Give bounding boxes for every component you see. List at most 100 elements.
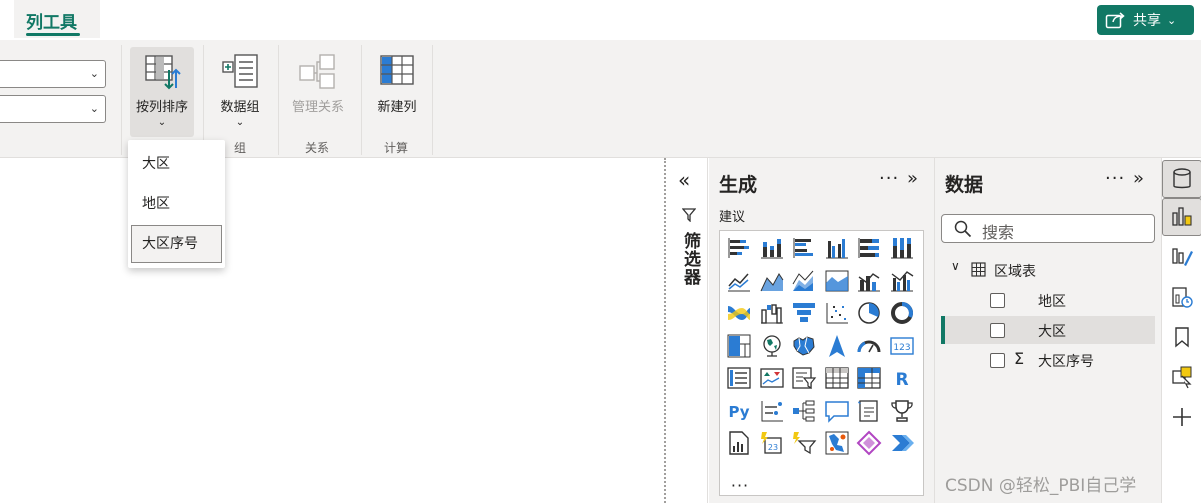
new-column-button[interactable]: 新建列 <box>370 47 424 137</box>
power-automate-icon-glyph <box>891 435 914 451</box>
matrix-icon[interactable] <box>855 364 883 392</box>
line-chart-icon[interactable] <box>725 267 753 295</box>
stacked-area-chart-icon[interactable] <box>790 267 818 295</box>
ribbon-chart-glyph <box>728 306 750 320</box>
add-pane-button[interactable] <box>1162 398 1201 436</box>
treemap-icon[interactable] <box>725 332 753 360</box>
menu-item-region-order[interactable]: 大区序号 <box>131 225 222 263</box>
power-automate-icon[interactable] <box>790 429 818 457</box>
data-groups-button[interactable]: 数据组 ⌄ <box>212 47 268 137</box>
ribbon-separator <box>361 45 362 155</box>
decomposition-tree-icon[interactable] <box>790 397 818 425</box>
power-apps-icon-icon[interactable] <box>855 429 883 457</box>
format-visual-button[interactable] <box>1162 238 1201 276</box>
r-visual-icon[interactable]: R <box>888 364 916 392</box>
filled-map-glyph <box>793 335 815 356</box>
100-stacked-column-chart-icon[interactable] <box>888 234 916 262</box>
more-options-icon[interactable]: ··· <box>1105 168 1125 189</box>
expand-double-chevron-icon[interactable]: « <box>678 168 690 192</box>
table-icon[interactable] <box>823 364 851 392</box>
report-canvas[interactable] <box>0 158 666 503</box>
field-checkbox[interactable] <box>990 323 1005 338</box>
multi-row-card-glyph <box>727 367 751 389</box>
line-and-clustered-column-chart-glyph <box>890 270 913 291</box>
line-and-clustered-column-chart-icon[interactable] <box>888 267 916 295</box>
menu-item-district[interactable]: 地区 <box>131 185 222 223</box>
arcgis-map-icon[interactable] <box>823 429 851 457</box>
line-and-stacked-column-chart-icon[interactable] <box>855 267 883 295</box>
100-stacked-bar-chart-icon[interactable] <box>855 234 883 262</box>
stacked-column-chart-glyph <box>760 239 783 259</box>
slicer-icon[interactable] <box>790 364 818 392</box>
field-name: 地区 <box>1038 294 1066 310</box>
stacked-bar-chart-icon[interactable] <box>725 234 753 262</box>
donut-chart-icon[interactable] <box>888 299 916 327</box>
key-influencers-glyph <box>761 400 783 421</box>
sort-by-column-button[interactable]: 按列排序 ⌄ <box>130 47 194 137</box>
card-icon[interactable]: 123 <box>888 332 916 360</box>
bookmarks-button[interactable] <box>1162 318 1201 356</box>
waterfall-chart-icon[interactable] <box>758 299 786 327</box>
more-visuals-icon[interactable]: ··· <box>726 471 754 499</box>
selection-button[interactable] <box>1162 358 1201 396</box>
funnel-chart-icon[interactable] <box>790 299 818 327</box>
analytics-button[interactable] <box>1162 278 1201 316</box>
power-automate-icon-icon[interactable] <box>888 429 916 457</box>
python-visual-icon[interactable]: Py <box>725 397 753 425</box>
kpi-icon[interactable] <box>758 364 786 392</box>
table-node[interactable]: ∨ 区域表 <box>941 256 1155 284</box>
search-icon <box>954 220 972 238</box>
column-property-dropdown-2[interactable]: ⌄ <box>0 95 106 123</box>
filters-pane-label: 筛选器 <box>680 232 700 286</box>
filters-pane-collapsed[interactable]: « 筛选器 <box>668 158 708 503</box>
qa-glyph <box>824 400 849 423</box>
clustered-bar-chart-icon[interactable] <box>790 234 818 262</box>
search-input[interactable]: 搜索 <box>941 214 1155 243</box>
key-influencers-icon[interactable] <box>758 397 786 425</box>
ribbon-separator <box>278 45 279 155</box>
card-glyph: 123 <box>889 336 914 355</box>
sort-by-column-menu: 大区 地区 大区序号 <box>128 140 225 268</box>
stacked-column-chart-icon[interactable] <box>758 234 786 262</box>
svg-text:123: 123 <box>893 343 910 353</box>
manage-relationships-button[interactable]: 管理关系 <box>285 47 351 137</box>
build-pane-title: 生成 <box>719 174 758 196</box>
pie-chart-icon[interactable] <box>855 299 883 327</box>
filled-map-icon[interactable] <box>790 332 818 360</box>
add-icon <box>1173 408 1191 426</box>
clustered-bar-chart-glyph <box>793 238 813 258</box>
paginated-report-icon[interactable] <box>725 429 753 457</box>
map-glyph <box>762 334 781 357</box>
field-row-selected[interactable]: 大区 <box>941 316 1155 344</box>
collapse-pane-icon[interactable]: » <box>1133 168 1144 189</box>
smart-narrative-icon[interactable] <box>855 397 883 425</box>
sort-by-column-icon <box>145 55 181 90</box>
column-property-dropdown-1[interactable]: ⌄ <box>0 60 106 88</box>
gauge-icon[interactable] <box>855 332 883 360</box>
build-visual-button[interactable] <box>1162 198 1201 236</box>
scatter-chart-icon[interactable] <box>823 299 851 327</box>
field-checkbox[interactable] <box>990 293 1005 308</box>
map-icon[interactable] <box>758 332 786 360</box>
menu-item-region[interactable]: 大区 <box>131 145 222 183</box>
ribbon-tab-bar <box>0 0 1201 40</box>
more-options-icon[interactable]: ··· <box>879 168 899 189</box>
clustered-column-chart-icon[interactable] <box>823 234 851 262</box>
power-apps-icon[interactable]: 23 <box>758 429 786 457</box>
collapse-pane-icon[interactable]: » <box>907 168 918 189</box>
field-checkbox[interactable] <box>990 353 1005 368</box>
azure-map-icon[interactable] <box>823 332 851 360</box>
field-row[interactable]: 地区 <box>941 286 1155 314</box>
multi-row-card-icon[interactable] <box>725 364 753 392</box>
ribbon-chart-icon[interactable] <box>725 299 753 327</box>
metrics-icon[interactable] <box>888 397 916 425</box>
100-stacked-area-chart-icon[interactable] <box>823 267 851 295</box>
ribbon-group-label-calculations: 计算 <box>384 141 409 155</box>
manage-relationships-icon <box>299 54 335 89</box>
qa-icon[interactable] <box>823 397 851 425</box>
field-row[interactable]: Σ 大区序号 <box>941 346 1155 374</box>
ribbon-separator <box>432 45 433 155</box>
area-chart-icon[interactable] <box>758 267 786 295</box>
data-pane-button[interactable] <box>1162 160 1201 198</box>
share-button[interactable]: 共享 ⌄ <box>1097 5 1194 35</box>
